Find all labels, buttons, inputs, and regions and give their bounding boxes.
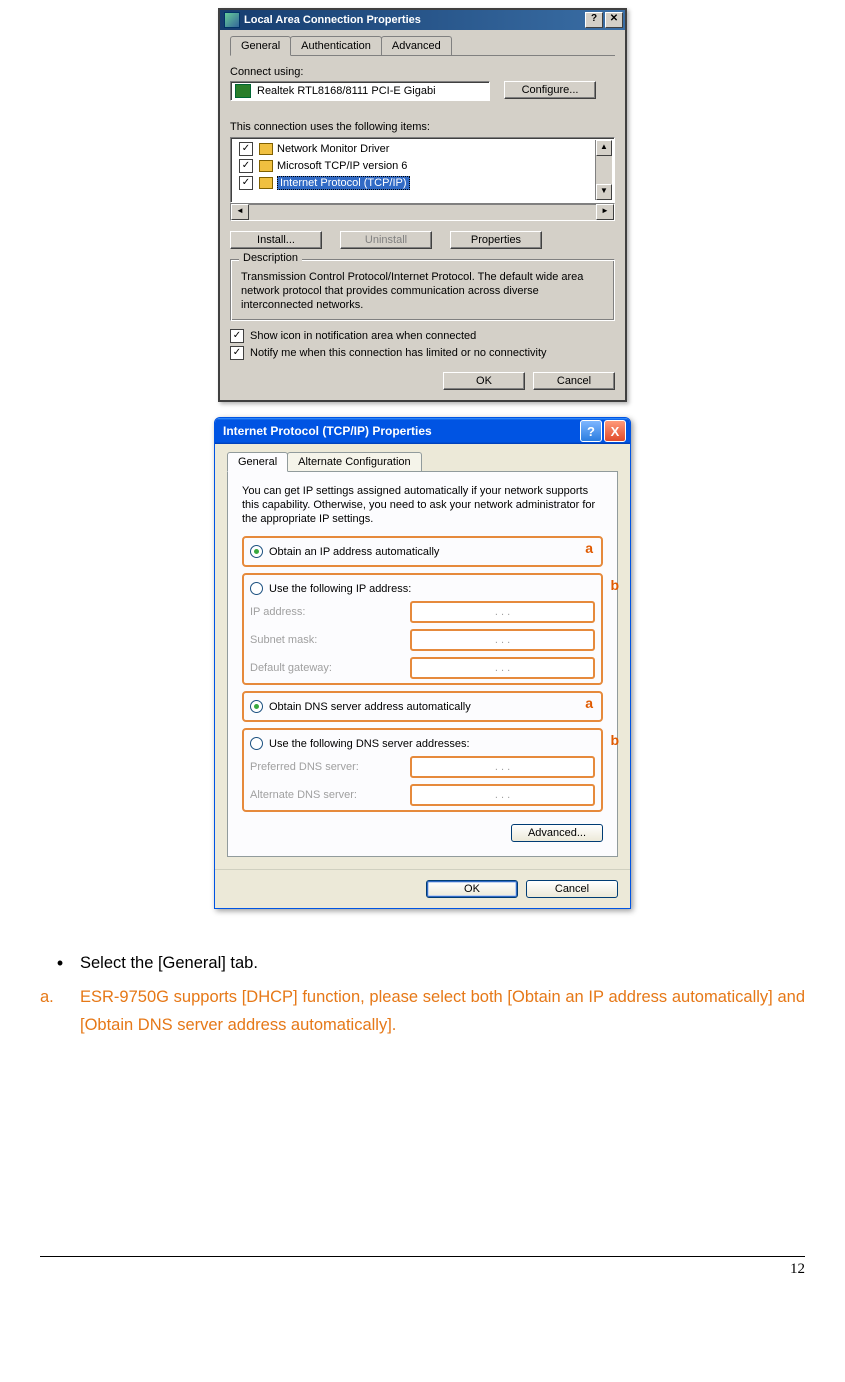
info-text: You can get IP settings assigned automat…	[242, 484, 603, 526]
item-label: Network Monitor Driver	[277, 143, 389, 155]
default-gateway-label: Default gateway:	[250, 662, 400, 674]
cancel-button[interactable]: Cancel	[533, 372, 615, 390]
description-text: Transmission Control Protocol/Internet P…	[241, 270, 604, 312]
preferred-dns-input[interactable]: . . .	[410, 756, 595, 778]
protocol-icon	[259, 177, 273, 189]
checkbox-icon[interactable]: ✓	[239, 159, 253, 173]
checkbox-icon[interactable]: ✓	[230, 346, 244, 360]
close-button[interactable]: X	[604, 420, 626, 442]
ok-button[interactable]: OK	[426, 880, 518, 898]
titlebar[interactable]: Local Area Connection Properties ? ✕	[220, 10, 625, 30]
titlebar[interactable]: Internet Protocol (TCP/IP) Properties ? …	[215, 418, 630, 444]
install-button[interactable]: Install...	[230, 231, 322, 249]
use-dns-radio-row[interactable]: Use the following DNS server addresses:	[250, 737, 595, 750]
radio-label: Use the following DNS server addresses:	[269, 738, 470, 750]
configure-button[interactable]: Configure...	[504, 81, 596, 99]
radio-icon[interactable]	[250, 582, 263, 595]
tab-advanced[interactable]: Advanced	[381, 36, 452, 55]
subnet-mask-input[interactable]: . . .	[410, 629, 595, 651]
tcpip-properties-dialog: Internet Protocol (TCP/IP) Properties ? …	[214, 417, 631, 909]
protocol-icon	[259, 143, 273, 155]
checkbox-label: Show icon in notification area when conn…	[250, 330, 476, 342]
lan-properties-dialog: Local Area Connection Properties ? ✕ Gen…	[218, 8, 627, 402]
obtain-ip-radio-row[interactable]: Obtain an IP address automatically	[250, 545, 595, 558]
items-label: This connection uses the following items…	[230, 121, 615, 133]
description-group: Description Transmission Control Protoco…	[230, 259, 615, 321]
obtain-dns-option: Obtain DNS server address automatically …	[242, 691, 603, 722]
scroll-down-icon[interactable]: ▼	[596, 184, 612, 200]
radio-checked-icon[interactable]	[250, 700, 263, 713]
notify-checkbox-row[interactable]: ✓ Notify me when this connection has lim…	[230, 346, 615, 360]
scroll-left-icon[interactable]: ◄	[231, 204, 249, 220]
help-button[interactable]: ?	[580, 420, 602, 442]
nic-icon	[235, 84, 251, 98]
close-button[interactable]: ✕	[605, 12, 623, 28]
checkbox-icon[interactable]: ✓	[239, 142, 253, 156]
alternate-dns-label: Alternate DNS server:	[250, 789, 400, 801]
annotation-a: a	[585, 540, 593, 556]
tab-general[interactable]: General	[227, 452, 288, 472]
connect-using-label: Connect using:	[230, 66, 615, 78]
radio-checked-icon[interactable]	[250, 545, 263, 558]
annotation-a: a	[585, 695, 593, 711]
tab-general[interactable]: General	[230, 36, 291, 56]
subnet-mask-label: Subnet mask:	[250, 634, 400, 646]
tabstrip: General Alternate Configuration	[227, 452, 618, 472]
obtain-ip-option: Obtain an IP address automatically a	[242, 536, 603, 567]
network-icon	[224, 12, 240, 28]
use-ip-option: b Use the following IP address: IP addre…	[242, 573, 603, 685]
default-gateway-input[interactable]: . . .	[410, 657, 595, 679]
ip-address-label: IP address:	[250, 606, 400, 618]
properties-button[interactable]: Properties	[450, 231, 542, 249]
checkbox-icon[interactable]: ✓	[239, 176, 253, 190]
instruction-line: Select the [General] tab.	[80, 949, 805, 977]
annotation-b: b	[610, 732, 619, 748]
uninstall-button: Uninstall	[340, 231, 432, 249]
help-button[interactable]: ?	[585, 12, 603, 28]
list-marker-a: a.	[40, 983, 80, 1039]
ok-button[interactable]: OK	[443, 372, 525, 390]
page-footer: 12	[40, 1256, 805, 1278]
show-icon-checkbox-row[interactable]: ✓ Show icon in notification area when co…	[230, 329, 615, 343]
advanced-button[interactable]: Advanced...	[511, 824, 603, 842]
tab-alternate-config[interactable]: Alternate Configuration	[287, 452, 422, 471]
item-label: Internet Protocol (TCP/IP)	[277, 176, 410, 190]
instruction-text: • Select the [General] tab. a. ESR-9750G…	[40, 949, 805, 1039]
cancel-button[interactable]: Cancel	[526, 880, 618, 898]
dialog-title: Internet Protocol (TCP/IP) Properties	[223, 424, 432, 438]
bullet-icon: •	[40, 949, 80, 977]
preferred-dns-label: Preferred DNS server:	[250, 761, 400, 773]
protocol-icon	[259, 160, 273, 172]
radio-label: Use the following IP address:	[269, 583, 411, 595]
use-ip-radio-row[interactable]: Use the following IP address:	[250, 582, 595, 595]
radio-label: Obtain DNS server address automatically	[269, 701, 471, 713]
scroll-up-icon[interactable]: ▲	[596, 140, 612, 156]
description-legend: Description	[239, 252, 302, 264]
tab-authentication[interactable]: Authentication	[290, 36, 382, 55]
radio-label: Obtain an IP address automatically	[269, 546, 439, 558]
horizontal-scrollbar[interactable]: ◄ ►	[230, 203, 615, 221]
adapter-name: Realtek RTL8168/8111 PCI-E Gigabi	[257, 85, 436, 97]
checkbox-label: Notify me when this connection has limit…	[250, 347, 547, 359]
vertical-scrollbar[interactable]: ▲ ▼	[595, 140, 612, 200]
ip-address-input[interactable]: . . .	[410, 601, 595, 623]
obtain-dns-radio-row[interactable]: Obtain DNS server address automatically	[250, 700, 595, 713]
checkbox-icon[interactable]: ✓	[230, 329, 244, 343]
annotation-b: b	[610, 577, 619, 593]
tabstrip: General Authentication Advanced	[230, 36, 615, 56]
connection-items-list[interactable]: ✓ Network Monitor Driver ✓ Microsoft TCP…	[230, 137, 615, 203]
alternate-dns-input[interactable]: . . .	[410, 784, 595, 806]
dialog-title: Local Area Connection Properties	[244, 14, 421, 26]
adapter-field: Realtek RTL8168/8111 PCI-E Gigabi	[230, 81, 490, 101]
use-dns-option: b Use the following DNS server addresses…	[242, 728, 603, 812]
list-item[interactable]: ✓ Microsoft TCP/IP version 6	[233, 157, 595, 174]
page-number: 12	[790, 1261, 805, 1277]
instruction-line-a: ESR-9750G supports [DHCP] function, plea…	[80, 983, 805, 1039]
list-item-selected[interactable]: ✓ Internet Protocol (TCP/IP)	[233, 174, 595, 191]
list-item[interactable]: ✓ Network Monitor Driver	[233, 140, 595, 157]
item-label: Microsoft TCP/IP version 6	[277, 160, 407, 172]
radio-icon[interactable]	[250, 737, 263, 750]
scroll-right-icon[interactable]: ►	[596, 204, 614, 220]
